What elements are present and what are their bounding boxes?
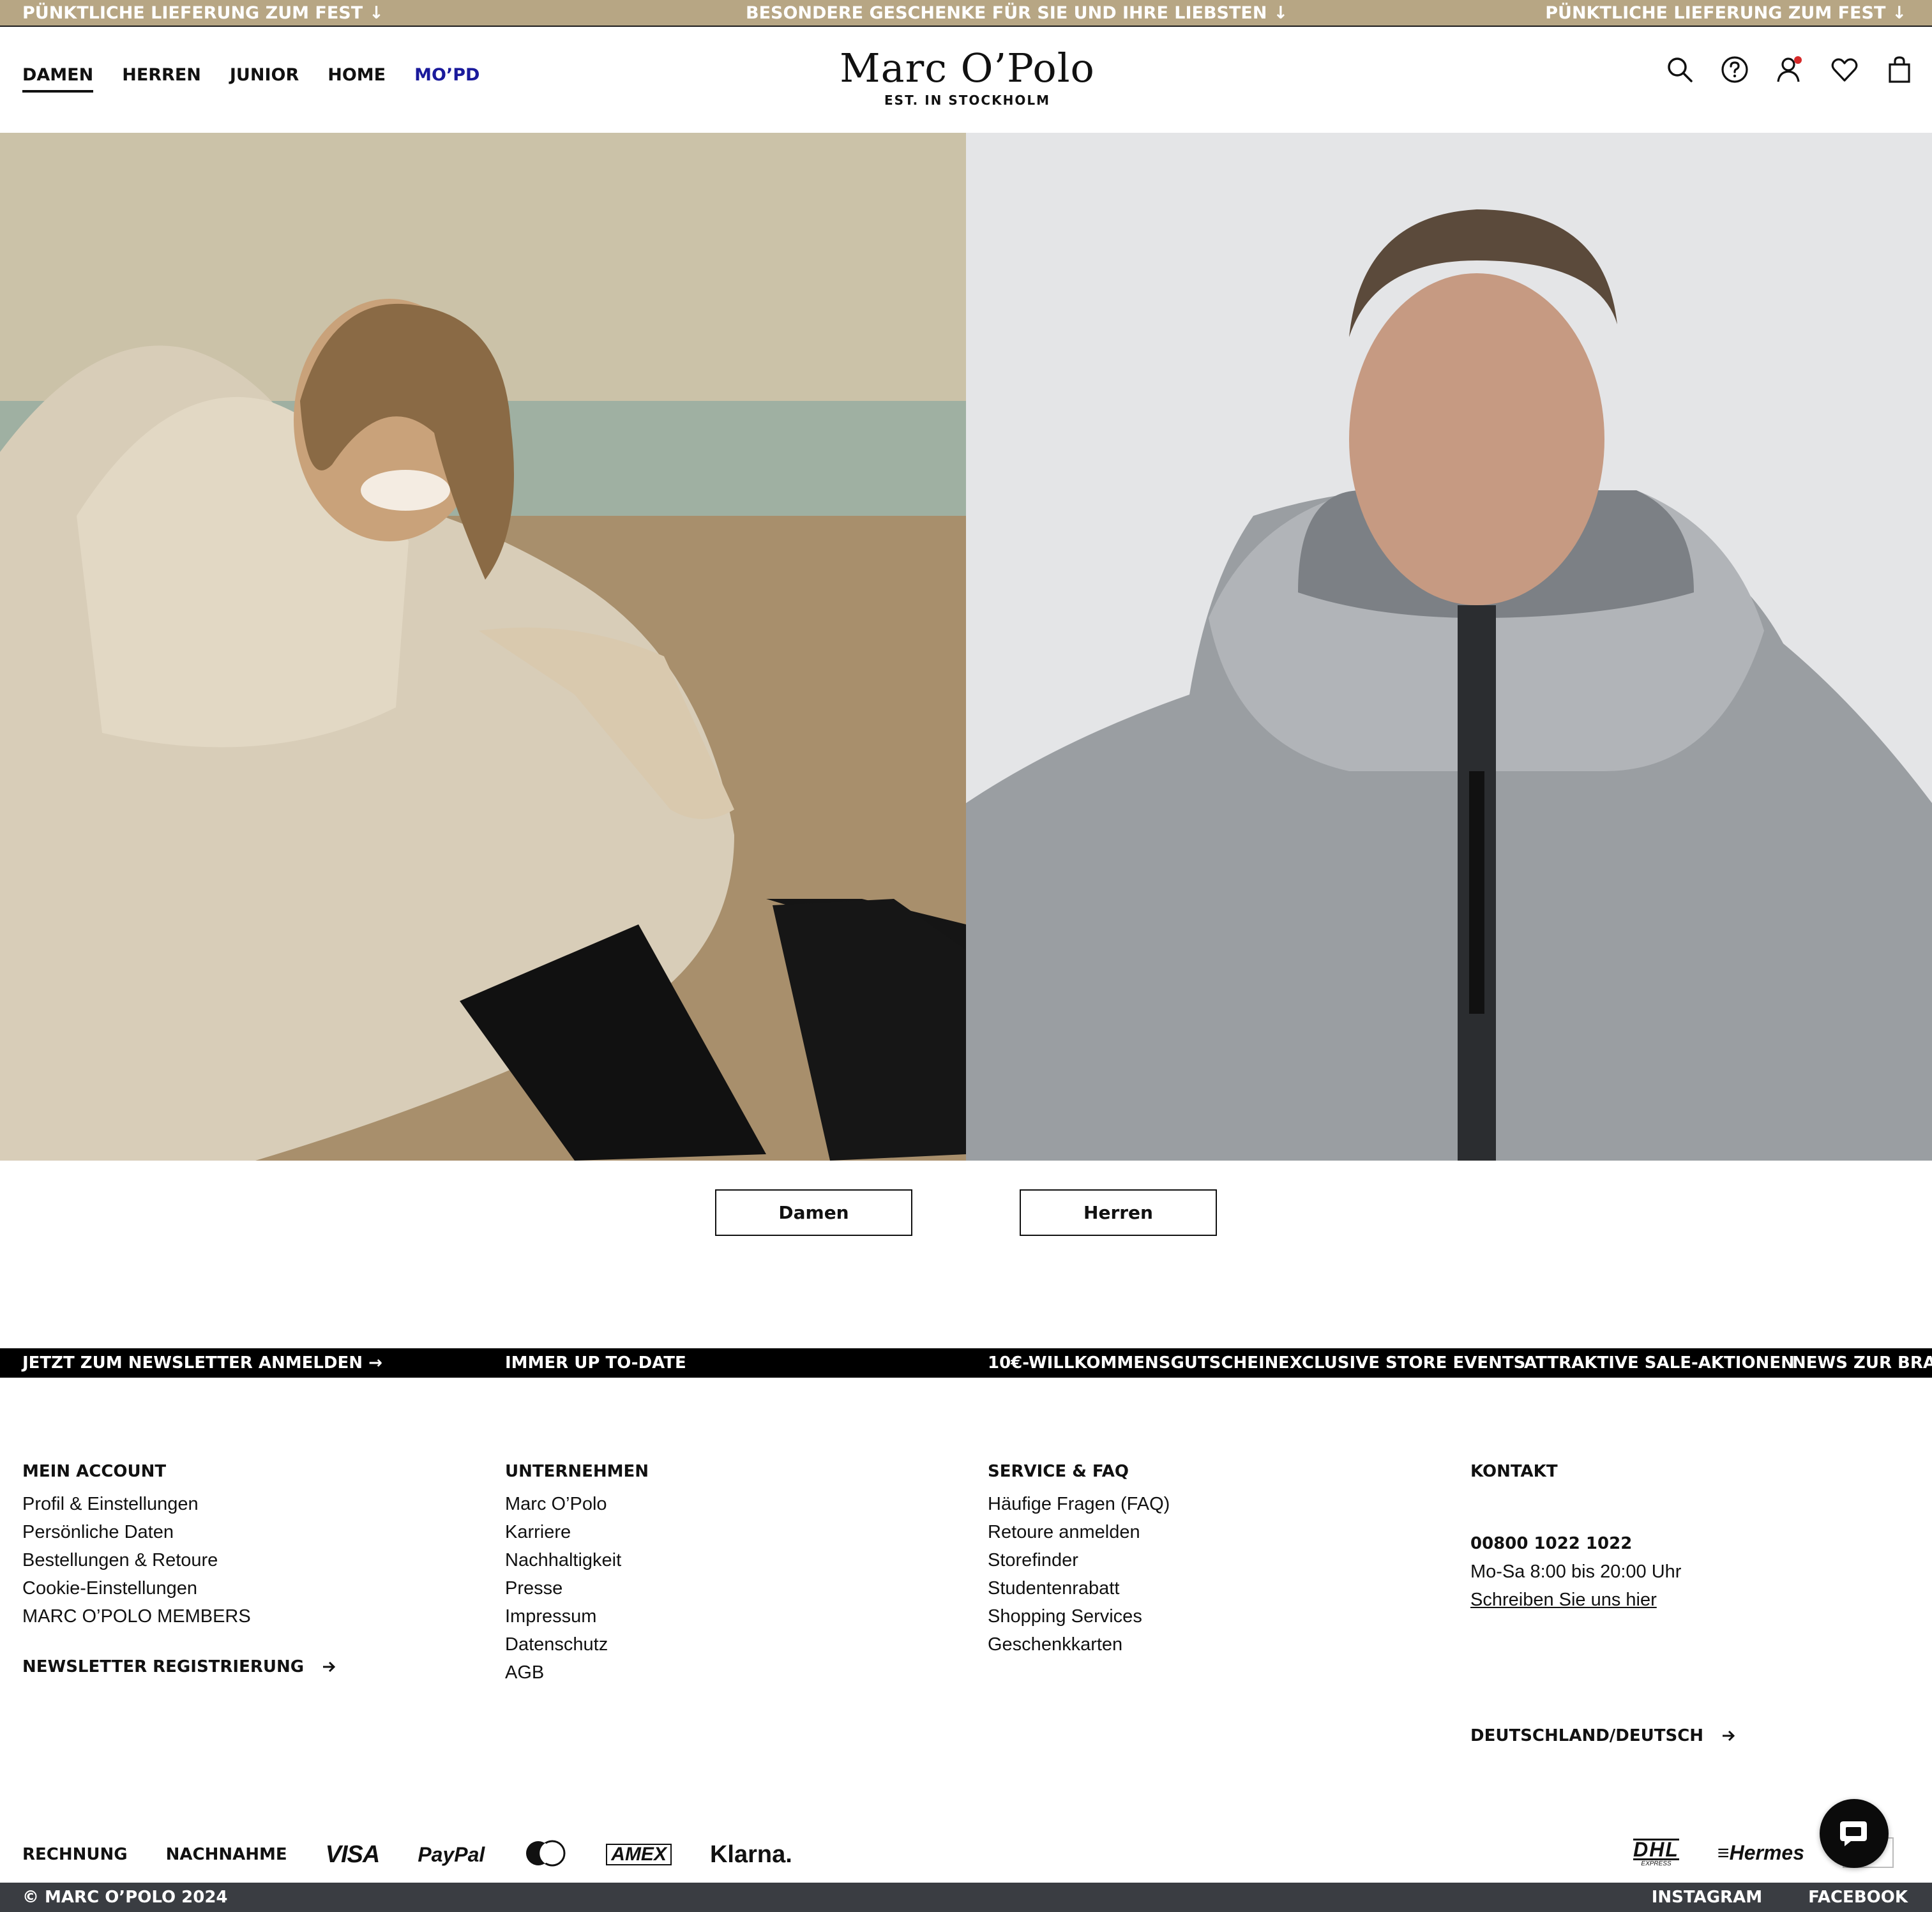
ticker-item: NEWS ZUR BRA [1792,1353,1932,1373]
announcement-bar: PÜNKTLICHE LIEFERUNG ZUM FEST ↓ BESONDERE… [0,0,1932,27]
arrow-right-icon [1723,1730,1735,1742]
footer-account-column: MEIN ACCOUNT Profil & Einstellungen Pers… [22,1462,336,1676]
logo-tagline: EST. IN STOCKHOLM [884,93,1050,108]
footer-link[interactable]: Shopping Services [988,1602,1170,1630]
payment-methods: RECHNUNG NACHNAHME VISA PayPal AMEX Klar… [22,1839,831,1871]
logo-wordmark: Marc O’Polo [840,45,1095,91]
nav-item-home[interactable]: HOME [328,65,386,93]
hero-section [0,133,1932,1161]
footer-link[interactable]: Presse [505,1574,649,1602]
footer-link[interactable]: AGB [505,1659,649,1687]
hermes-logo: ≡Hermes [1717,1841,1804,1865]
visa-logo: VISA [325,1840,381,1868]
bag-icon[interactable] [1885,55,1914,84]
announcement-left[interactable]: PÜNKTLICHE LIEFERUNG ZUM FEST ↓ [22,0,384,27]
account-icon[interactable] [1775,55,1804,84]
payment-cod: NACHNAHME [165,1845,287,1864]
damen-button[interactable]: Damen [715,1189,912,1236]
arrow-down-icon: ↓ [1273,3,1288,23]
payment-invoice: RECHNUNG [22,1845,128,1864]
newsletter-registration-link[interactable]: NEWSLETTER REGISTRIERUNG [22,1657,336,1676]
footer-service-column: SERVICE & FAQ Häufige Fragen (FAQ) Retou… [988,1462,1170,1659]
social-links: INSTAGRAM FACEBOOK [1652,1883,1908,1912]
country-language-label: DEUTSCHLAND/DEUTSCH [1470,1726,1704,1745]
footer-contact-title: KONTAKT [1470,1462,1558,1481]
newsletter-ticker[interactable]: JETZT ZUM NEWSLETTER ANMELDEN → IMMER UP… [0,1348,1932,1378]
hero-image-men[interactable] [966,133,1932,1161]
account-notification-dot [1794,56,1802,64]
announcement-right-text: PÜNKTLICHE LIEFERUNG ZUM FEST [1545,3,1886,23]
main-nav: DAMEN HERREN JUNIOR HOME MO’PD [22,65,508,93]
site-header: DAMEN HERREN JUNIOR HOME MO’PD Marc O’Po… [0,27,1932,133]
footer-link[interactable]: Cookie-Einstellungen [22,1574,336,1602]
arrow-down-icon: ↓ [1892,3,1906,23]
klarna-logo: Klarna. [709,1840,792,1868]
footer-link[interactable]: Häufige Fragen (FAQ) [988,1490,1170,1518]
footer-link[interactable]: Impressum [505,1602,649,1630]
dhl-subtitle: EXPRESS [1641,1860,1672,1867]
footer-service-title: SERVICE & FAQ [988,1462,1129,1481]
footer-link[interactable]: Storefinder [988,1546,1170,1574]
ticker-item: ATTRAKTIVE SALE-AKTIONEN [1524,1353,1795,1373]
instagram-link[interactable]: INSTAGRAM [1652,1883,1762,1912]
footer-company-title: UNTERNEHMEN [505,1462,649,1481]
nav-item-mopd[interactable]: MO’PD [414,65,479,93]
contact-hours: Mo-Sa 8:00 bis 20:00 Uhr [1470,1562,1682,1582]
ticker-item-signup[interactable]: JETZT ZUM NEWSLETTER ANMELDEN → [22,1348,382,1378]
paypal-logo: PayPal [418,1842,485,1866]
chat-bubble-icon [1840,1821,1867,1846]
contact-phone[interactable]: 00800 1022 1022 [1470,1530,1735,1558]
brand-logo[interactable]: Marc O’Polo EST. IN STOCKHOLM [830,45,1105,108]
search-icon[interactable] [1665,55,1694,84]
footer-link[interactable]: MARC O’POLO MEMBERS [22,1602,336,1630]
announcement-center[interactable]: BESONDERE GESCHENKE FÜR SIE UND IHRE LIE… [746,0,1288,27]
footer-link[interactable]: Bestellungen & Retoure [22,1546,336,1574]
facebook-link[interactable]: FACEBOOK [1808,1883,1908,1912]
footer-link[interactable]: Karriere [505,1518,649,1546]
man-in-puffer-jacket-image [966,133,1932,1161]
wishlist-icon[interactable] [1830,55,1859,84]
announcement-right[interactable]: PÜNKTLICHE LIEFERUNG ZUM FEST ↓ [1545,0,1906,27]
footer-company-column: UNTERNEHMEN Marc O’Polo Karriere Nachhal… [505,1462,649,1687]
footer-link[interactable]: Marc O’Polo [505,1490,649,1518]
footer-link[interactable]: Studentenrabatt [988,1574,1170,1602]
chat-button[interactable] [1820,1799,1889,1868]
hero-image-women[interactable] [0,133,966,1161]
header-icons [1665,55,1914,84]
contact-write-link[interactable]: Schreiben Sie uns hier [1470,1586,1735,1614]
amex-logo: AMEX [606,1844,672,1865]
hermes-speed-lines-icon: ≡ [1717,1840,1730,1864]
arrow-right-icon [323,1661,336,1673]
dhl-wordmark: DHL [1633,1837,1679,1861]
help-icon[interactable] [1720,55,1749,84]
ticker-item: EXCLUSIVE STORE EVENTS [1278,1353,1526,1373]
country-language-selector[interactable]: DEUTSCHLAND/DEUTSCH [1470,1726,1735,1745]
footer-contact-column: KONTAKT 00800 1022 1022 Mo-Sa 8:00 bis 2… [1470,1462,1735,1745]
footer-account-title: MEIN ACCOUNT [22,1462,167,1481]
footer-link[interactable]: Persönliche Daten [22,1518,336,1546]
footer-link[interactable]: Datenschutz [505,1630,649,1659]
footer-link[interactable]: Retoure anmelden [988,1518,1170,1546]
mastercard-icon [523,1839,568,1871]
dhl-logo: DHL EXPRESS [1633,1837,1679,1867]
arrow-down-icon: ↓ [369,3,384,23]
footer-link[interactable]: Profil & Einstellungen [22,1490,336,1518]
footer-bottom-bar: © MARC O’POLO 2024 INSTAGRAM FACEBOOK [0,1883,1932,1912]
announcement-center-text: BESONDERE GESCHENKE FÜR SIE UND IHRE LIE… [746,3,1267,23]
nav-item-damen[interactable]: DAMEN [22,65,94,93]
herren-button[interactable]: Herren [1020,1189,1217,1236]
nav-item-herren[interactable]: HERREN [122,65,201,93]
copyright-text: © MARC O’POLO 2024 [22,1888,228,1907]
nav-item-junior[interactable]: JUNIOR [230,65,299,93]
ticker-item: 10€-WILLKOMMENSGUTSCHEIN [988,1353,1279,1373]
ticker-item: IMMER UP TO-DATE [505,1353,686,1373]
woman-in-puffer-jacket-image [0,133,966,1161]
newsletter-registration-label: NEWSLETTER REGISTRIERUNG [22,1657,305,1676]
hermes-wordmark: Hermes [1729,1840,1804,1864]
announcement-left-text: PÜNKTLICHE LIEFERUNG ZUM FEST [22,3,363,23]
footer-link[interactable]: Geschenkkarten [988,1630,1170,1659]
footer-link[interactable]: Nachhaltigkeit [505,1546,649,1574]
